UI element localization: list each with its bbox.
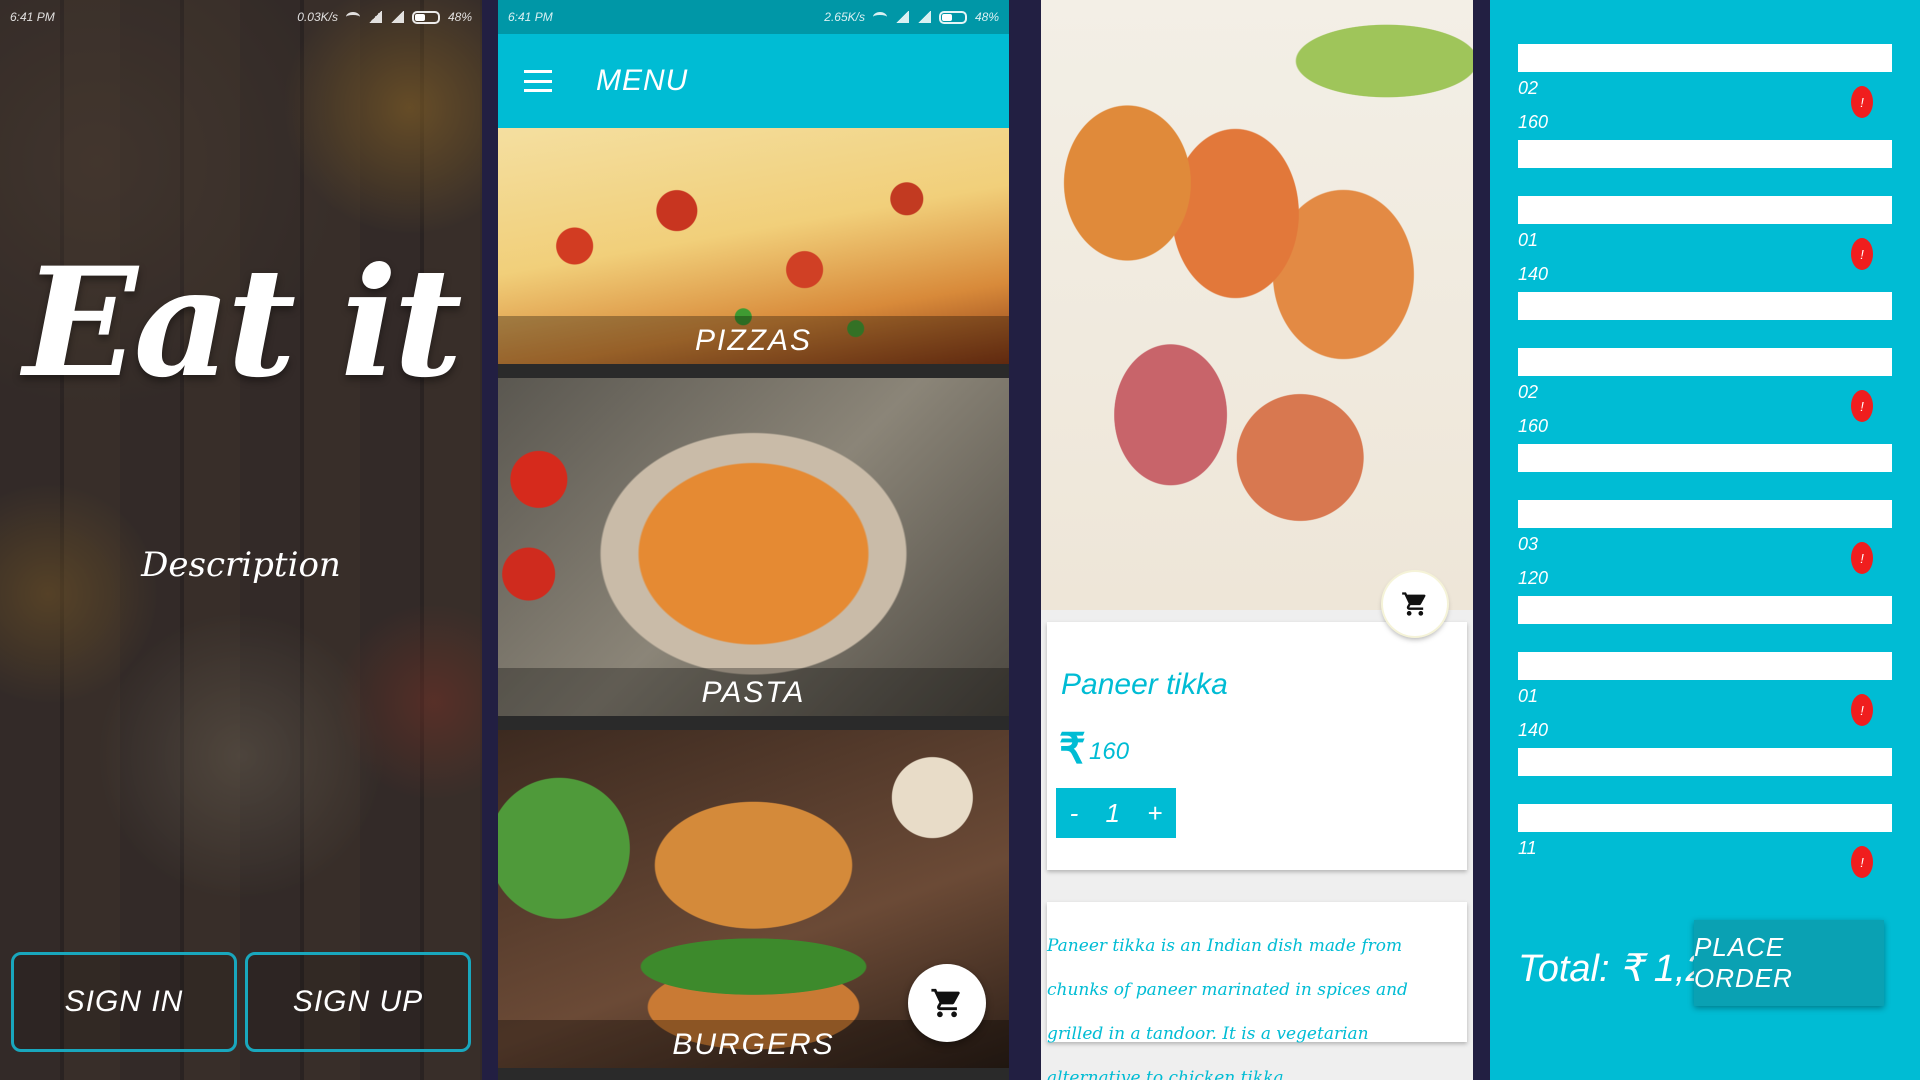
network-speed: 0.03K/s [297, 10, 338, 24]
cart-item-quantity: 11 [1518, 838, 1537, 858]
place-order-button[interactable]: PLACE ORDER [1694, 920, 1884, 1006]
cart-item[interactable]: 01 140 ! [1518, 652, 1892, 776]
cart-item-badge: ! [1851, 846, 1873, 878]
cart-item[interactable]: 01 140 ! [1518, 196, 1892, 320]
cart-item-price: 140 [1518, 264, 1549, 284]
food-description: Paneer tikka is an Indian dish made from… [1047, 936, 1408, 1080]
app-bar: MENU [498, 34, 1009, 128]
cart-icon [1402, 592, 1426, 616]
menu-hamburger-icon[interactable] [524, 70, 552, 92]
cart-item-price: 120 [1518, 568, 1549, 588]
status-bar: 6:41 PM 2.65K/s 48% [498, 0, 1009, 34]
status-time: 6:41 PM [10, 10, 55, 24]
cart-item-quantity: 03 [1518, 534, 1539, 554]
sign-up-button[interactable]: SIGN UP [245, 952, 471, 1052]
cart-item-price: 160 [1518, 416, 1549, 436]
category-label: PASTA [701, 676, 806, 709]
app-logo-text: Eat it [23, 235, 462, 411]
cart-item-price: 140 [1518, 720, 1549, 740]
cart-item[interactable]: 03 120 ! [1518, 500, 1892, 624]
cart-item-quantity: 01 [1518, 230, 1539, 250]
signal-icon [389, 11, 404, 23]
cart-item-badge: ! [1851, 542, 1873, 574]
signal-icon [367, 11, 382, 23]
food-price: 160 [1089, 738, 1130, 765]
cart-item-price: 160 [1518, 112, 1549, 132]
battery-level: 48% [974, 10, 999, 24]
food-info-card: Paneer tikka ₹ 160 - 1 + [1047, 622, 1467, 870]
food-name: Paneer tikka [1061, 668, 1228, 701]
splash-screen: 6:41 PM 0.03K/s 48% Eat it Description S… [0, 0, 482, 1080]
add-to-cart-fab-button[interactable] [1383, 572, 1447, 636]
quantity-stepper: - 1 + [1056, 788, 1176, 838]
food-detail-screen: Paneer tikka ₹ 160 - 1 + Paneer tikka is… [1041, 0, 1473, 1080]
currency-symbol: ₹ [1059, 725, 1086, 772]
sign-in-button[interactable]: SIGN IN [11, 952, 237, 1052]
cart-item-quantity: 02 [1518, 78, 1539, 98]
cart-item-quantity: 02 [1518, 382, 1539, 402]
menu-screen: 6:41 PM 2.65K/s 48% MENU PIZZAS PASTA BU… [498, 0, 1009, 1080]
food-image [1041, 0, 1473, 610]
battery-icon [411, 10, 440, 24]
status-bar: 6:41 PM 0.03K/s 48% [0, 0, 482, 34]
cart-screen: 02 160 ! 01 140 ! 02 160 ! 03 120 ! 01 1… [1490, 0, 1920, 1080]
cart-item-badge: ! [1851, 390, 1873, 422]
network-speed: 2.65K/s [824, 10, 865, 24]
cart-fab-button[interactable] [908, 964, 986, 1042]
cart-item[interactable]: 02 160 ! [1518, 44, 1892, 168]
status-time: 6:41 PM [508, 10, 553, 24]
cart-item-badge: ! [1851, 694, 1873, 726]
cart-item[interactable]: 02 160 ! [1518, 348, 1892, 472]
cart-item-badge: ! [1851, 86, 1873, 118]
cart-item-quantity: 01 [1518, 686, 1539, 706]
increment-button[interactable]: + [1147, 798, 1162, 829]
category-card-pasta[interactable]: PASTA [498, 378, 1009, 716]
cart-item-badge: ! [1851, 238, 1873, 270]
category-label: PIZZAS [694, 324, 812, 357]
battery-level: 48% [447, 10, 472, 24]
wifi-icon [872, 12, 887, 22]
decrement-button[interactable]: - [1070, 798, 1079, 829]
total-label: Total: [1518, 948, 1610, 990]
page-title: MENU [596, 64, 689, 97]
wifi-icon [345, 12, 360, 22]
category-card-pizzas[interactable]: PIZZAS [498, 128, 1009, 364]
app-description: Description [141, 545, 341, 585]
signal-icon [894, 11, 909, 23]
food-description-card: Paneer tikka is an Indian dish made from… [1047, 902, 1467, 1080]
signal-icon [916, 11, 931, 23]
battery-icon [938, 10, 967, 24]
cart-icon [931, 988, 960, 1018]
quantity-value: 1 [1105, 797, 1120, 828]
